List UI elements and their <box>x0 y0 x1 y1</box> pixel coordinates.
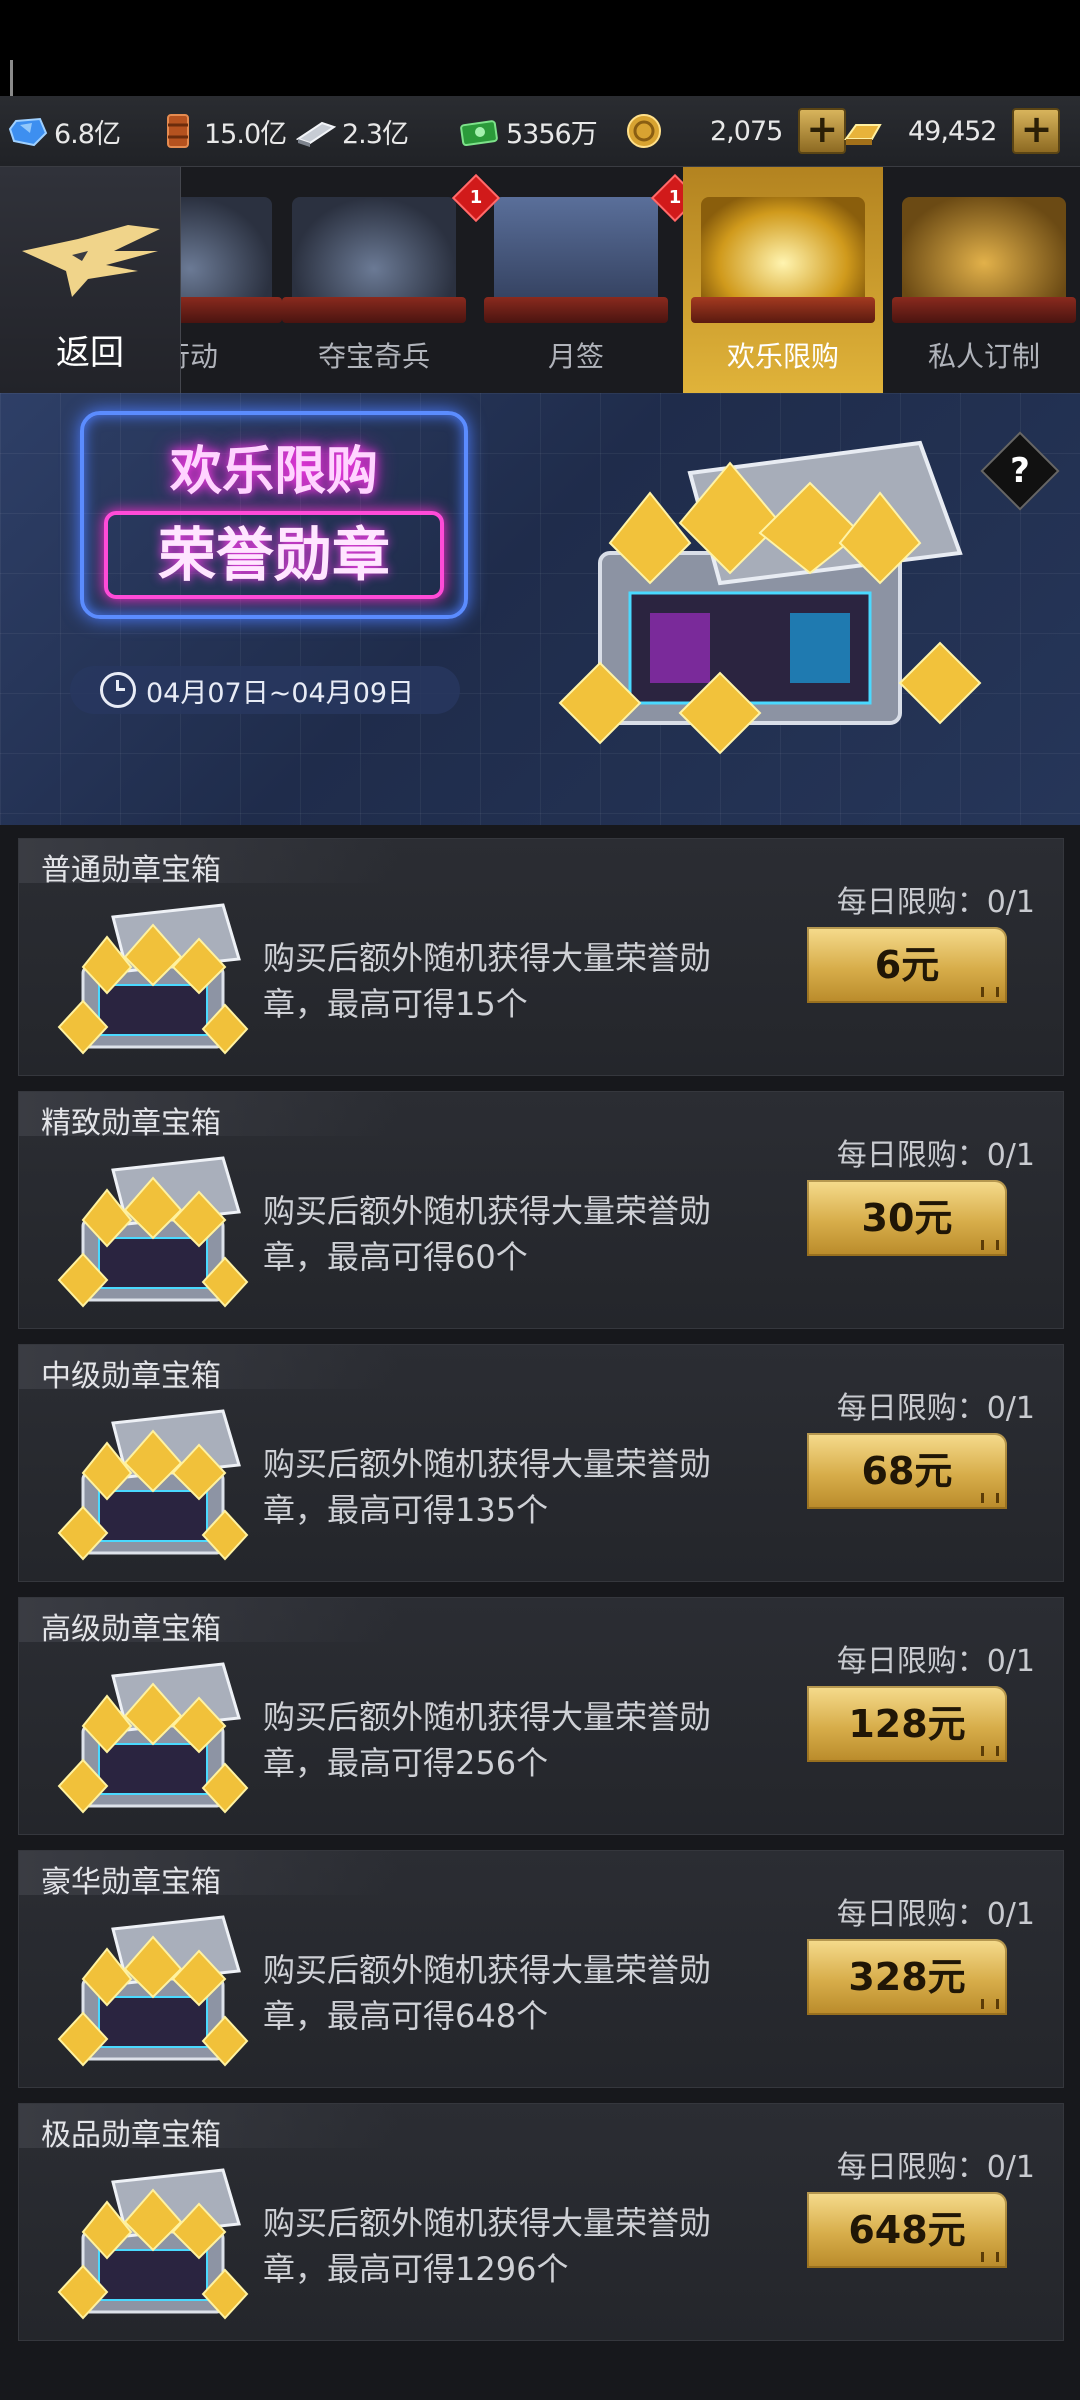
resource-bar: 6.8亿 15.0亿 2.3亿 5356万 2,075 + 49,452 + <box>0 96 1080 167</box>
daily-limit: 每日限购：0/1 <box>836 1897 1035 1932</box>
status-indicator <box>10 60 13 96</box>
medal-chest-icon <box>57 903 249 1055</box>
blue-crystal-icon <box>8 117 48 147</box>
resource-gold-bar: 49,452 + <box>842 108 1061 154</box>
oil-barrel-icon <box>167 114 189 148</box>
tab-label: 月签 <box>547 340 604 373</box>
resource-value: 2,075 <box>710 115 783 147</box>
item-description: 购买后额外随机获得大量荣誉勋章，最高可得648个 <box>263 1951 712 2035</box>
date-range-text: 04月07日~04月09日 <box>146 677 415 709</box>
buy-button[interactable]: 68元 <box>807 1433 1007 1509</box>
item-card: 精致勋章宝箱购买后额外随机获得大量荣誉勋章，最高可得60个 每日限购：0/1 30元 <box>18 1091 1064 1329</box>
medal-chest-icon <box>57 2168 249 2320</box>
resource-oil: 15.0亿 <box>158 110 287 152</box>
medal-chest-icon <box>57 1662 249 1814</box>
item-name: 极品勋章宝箱 <box>41 2118 221 2153</box>
daily-limit: 每日限购：0/1 <box>836 1138 1035 1173</box>
buy-button[interactable]: 128元 <box>807 1686 1007 1762</box>
resource-value: 2.3亿 <box>342 118 409 150</box>
resource-value: 15.0亿 <box>204 118 287 150</box>
back-button[interactable]: 返回 <box>0 167 181 393</box>
tab-pedestal <box>282 297 466 323</box>
eagle-icon <box>22 225 160 297</box>
resource-crystal: 6.8亿 <box>8 110 121 152</box>
tab-monthly-signin[interactable]: 月签 1 <box>476 167 700 393</box>
gold-coin-icon <box>627 114 661 148</box>
item-description: 购买后额外随机获得大量荣誉勋章，最高可得256个 <box>263 1698 712 1782</box>
tab-pedestal <box>892 297 1076 323</box>
item-name: 中级勋章宝箱 <box>41 1359 221 1394</box>
back-label: 返回 <box>56 333 124 373</box>
item-card: 极品勋章宝箱购买后额外随机获得大量荣誉勋章，最高可得1296个 每日限购：0/1 6… <box>18 2103 1064 2341</box>
item-description: 购买后额外随机获得大量荣誉勋章，最高可得1296个 <box>263 2204 712 2288</box>
medal-chest-illustration <box>558 440 982 755</box>
daily-limit: 每日限购：0/1 <box>836 1644 1035 1679</box>
tab-treasure-raiders[interactable]: 夺宝奇兵 1 <box>274 167 501 393</box>
cash-stack-icon <box>460 120 498 147</box>
tab-pedestal <box>484 297 668 323</box>
resource-steel: 2.3亿 <box>296 110 409 152</box>
item-card: 普通勋章宝箱购买后额外随机获得大量荣誉勋章，最高可得15个 每日限购：0/1 6元 <box>18 838 1064 1076</box>
status-bar-area <box>0 0 1080 96</box>
daily-limit: 每日限购：0/1 <box>836 2150 1035 2185</box>
event-banner: 欢乐限购 荣誉勋章 04月07日~04月09日 ? <box>0 393 1080 825</box>
item-name: 普通勋章宝箱 <box>41 853 221 888</box>
item-name: 高级勋章宝箱 <box>41 1612 221 1647</box>
event-date-range: 04月07日~04月09日 <box>70 666 460 714</box>
banner-title-top: 欢乐限购 <box>169 442 378 502</box>
resource-value: 6.8亿 <box>54 118 121 150</box>
medal-chest-icon <box>57 1915 249 2067</box>
tab-pedestal <box>691 297 875 323</box>
buy-button[interactable]: 30元 <box>807 1180 1007 1256</box>
tab-happy-limited-purchase[interactable]: 欢乐限购 <box>683 167 883 415</box>
badge-count: 1 <box>469 187 483 208</box>
neon-title-frame: 欢乐限购 荣誉勋章 <box>80 411 468 619</box>
steel-bar-icon <box>296 121 336 147</box>
resource-value: 49,452 <box>908 115 997 147</box>
gold-bar-icon <box>844 124 882 145</box>
item-card: 高级勋章宝箱购买后额外随机获得大量荣誉勋章，最高可得256个 每日限购：0/1 12… <box>18 1597 1064 1835</box>
banner-title-main: 荣誉勋章 <box>104 511 444 599</box>
item-card: 豪华勋章宝箱购买后额外随机获得大量荣誉勋章，最高可得648个 每日限购：0/1 32… <box>18 1850 1064 2088</box>
item-name: 精致勋章宝箱 <box>41 1106 221 1141</box>
daily-limit: 每日限购：0/1 <box>836 1391 1035 1426</box>
daily-limit: 每日限购：0/1 <box>836 885 1035 920</box>
resource-coin: 2,075 + <box>624 108 847 154</box>
tab-label: 私人订制 <box>927 340 1040 373</box>
tab-private-custom[interactable]: 私人订制 <box>884 167 1080 393</box>
help-icon: ? <box>1010 451 1030 491</box>
item-description: 购买后额外随机获得大量荣誉勋章，最高可得15个 <box>263 939 712 1023</box>
buy-button[interactable]: 328元 <box>807 1939 1007 2015</box>
buy-button[interactable]: 6元 <box>807 927 1007 1003</box>
item-card: 中级勋章宝箱购买后额外随机获得大量荣誉勋章，最高可得135个 每日限购：0/1 68… <box>18 1344 1064 1582</box>
clock-icon <box>100 672 136 708</box>
item-description: 购买后额外随机获得大量荣誉勋章，最高可得135个 <box>263 1445 712 1529</box>
add-coin-button[interactable]: + <box>798 108 847 154</box>
resource-cash: 5356万 <box>460 110 598 152</box>
add-gold-button[interactable]: + <box>1012 108 1061 154</box>
item-name: 豪华勋章宝箱 <box>41 1865 221 1900</box>
tab-label: 夺宝奇兵 <box>317 340 430 373</box>
tab-label: 欢乐限购 <box>726 340 839 373</box>
buy-button[interactable]: 648元 <box>807 2192 1007 2268</box>
medal-chest-icon <box>57 1156 249 1308</box>
medal-chest-icon <box>57 1409 249 1561</box>
resource-value: 5356万 <box>506 118 598 150</box>
item-description: 购买后额外随机获得大量荣誉勋章，最高可得60个 <box>263 1192 712 1276</box>
